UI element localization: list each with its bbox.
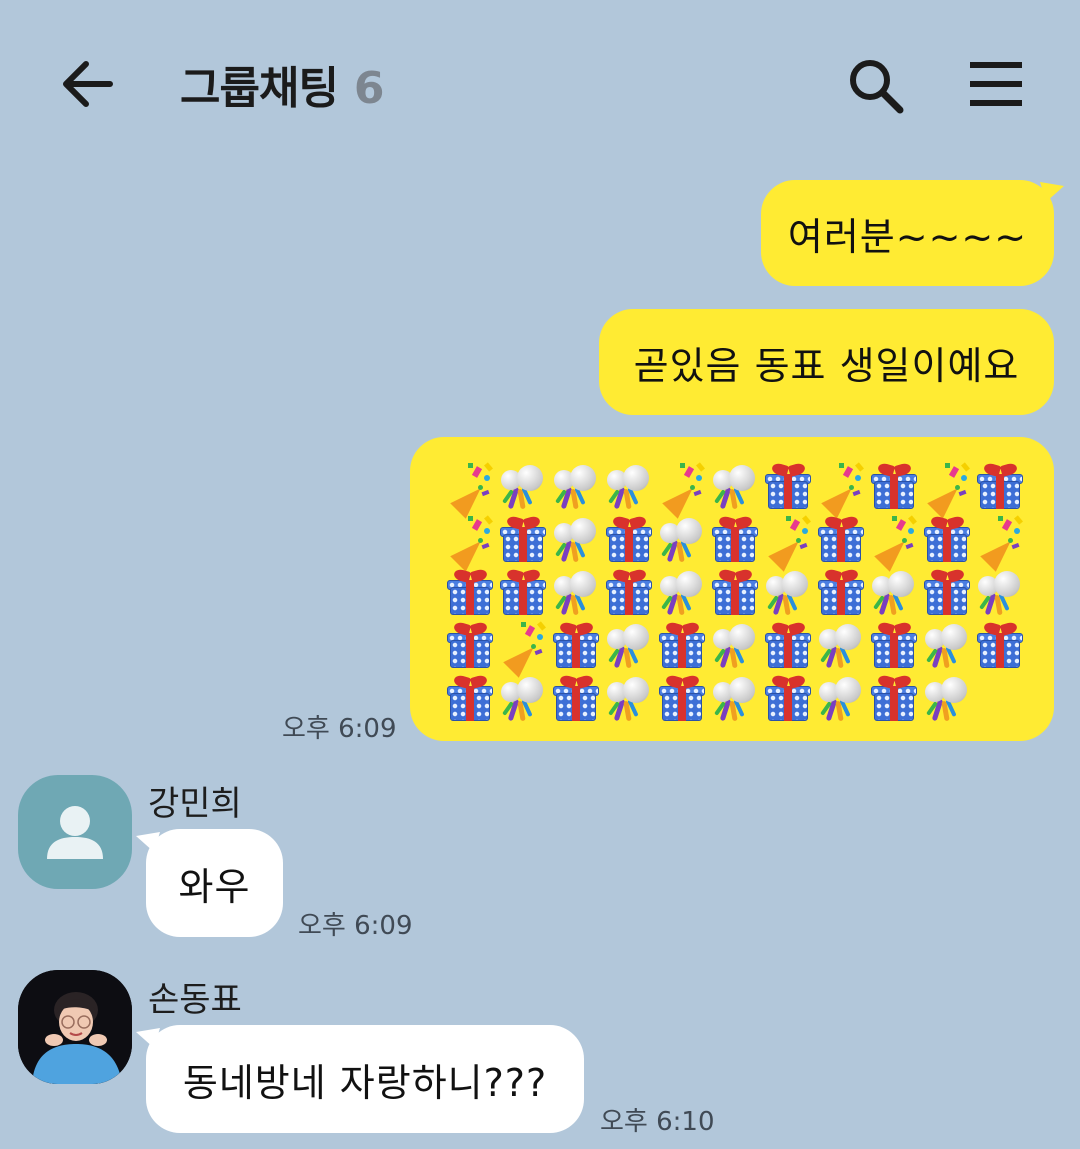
confetti-ball-icon (550, 514, 603, 567)
back-button[interactable] (58, 56, 118, 112)
confetti-ball-icon (603, 620, 656, 673)
avatar[interactable] (18, 970, 132, 1084)
emoji-row (444, 514, 1034, 572)
party-popper-icon (815, 461, 868, 519)
wrapped-gift-icon (868, 673, 921, 726)
confetti-ball-icon (603, 673, 656, 726)
my-emoji-message-bubble[interactable] (410, 437, 1054, 741)
wrapped-gift-icon (444, 620, 497, 673)
wrapped-gift-icon (974, 461, 1027, 514)
confetti-ball-icon (603, 461, 656, 514)
confetti-ball-icon (497, 673, 550, 726)
wrapped-gift-icon (497, 567, 550, 620)
confetti-ball-icon (709, 620, 762, 673)
wrapped-gift-icon (762, 673, 815, 726)
other-message-bubble[interactable]: 동네방네 자랑하니??? (146, 1025, 584, 1133)
party-popper-icon (868, 514, 921, 572)
chat-header: 그룹채팅 6 (0, 0, 1080, 150)
wrapped-gift-icon (603, 514, 656, 567)
wrapped-gift-icon (444, 567, 497, 620)
confetti-ball-icon (709, 673, 762, 726)
party-popper-icon (444, 461, 497, 519)
confetti-ball-icon (921, 673, 974, 726)
menu-button[interactable] (966, 60, 1026, 108)
my-message-bubble[interactable]: 곧있음 동표 생일이예요 (599, 309, 1054, 415)
wrapped-gift-icon (709, 514, 762, 567)
message-time: 오후 6:09 (282, 714, 397, 744)
party-popper-icon (974, 514, 1027, 572)
emoji-row (444, 461, 1034, 519)
sender-name: 손동표 (148, 980, 242, 1020)
wrapped-gift-icon (709, 567, 762, 620)
confetti-ball-icon (815, 620, 868, 673)
confetti-ball-icon (656, 567, 709, 620)
wrapped-gift-icon (656, 673, 709, 726)
search-icon (850, 60, 904, 114)
confetti-ball-icon (656, 514, 709, 567)
wrapped-gift-icon (762, 620, 815, 673)
confetti-ball-icon (550, 461, 603, 514)
emoji-row (444, 620, 1034, 678)
chat-screen: 그룹채팅 6 여러분~~~~ 곧있음 동표 생일이예요 오후 6:09 강민희 … (0, 0, 1080, 1149)
confetti-ball-icon (921, 620, 974, 673)
confetti-ball-icon (762, 567, 815, 620)
message-text: 곧있음 동표 생일이예요 (633, 343, 1020, 388)
wrapped-gift-icon (921, 567, 974, 620)
sender-name: 강민희 (148, 784, 242, 824)
party-popper-icon (444, 514, 497, 572)
wrapped-gift-icon (550, 620, 603, 673)
wrapped-gift-icon (868, 461, 921, 514)
chat-title: 그룹채팅 (180, 63, 339, 114)
wrapped-gift-icon (762, 461, 815, 514)
wrapped-gift-icon (815, 514, 868, 567)
wrapped-gift-icon (603, 567, 656, 620)
wrapped-gift-icon (656, 620, 709, 673)
chat-title-area: 그룹채팅 6 (180, 52, 385, 116)
party-popper-icon (497, 620, 550, 678)
party-popper-icon (656, 461, 709, 519)
emoji-row (444, 673, 1034, 726)
other-message-bubble[interactable]: 와우 (146, 829, 283, 937)
confetti-ball-icon (497, 461, 550, 514)
member-count: 6 (353, 63, 385, 114)
party-popper-icon (921, 461, 974, 519)
wrapped-gift-icon (550, 673, 603, 726)
confetti-ball-icon (868, 567, 921, 620)
my-message-bubble[interactable]: 여러분~~~~ (761, 180, 1054, 286)
party-popper-icon (762, 514, 815, 572)
wrapped-gift-icon (868, 620, 921, 673)
default-profile-icon (47, 806, 103, 859)
avatar[interactable] (18, 775, 132, 889)
message-text: 동네방네 자랑하니??? (182, 1060, 548, 1105)
confetti-ball-icon (815, 673, 868, 726)
emoji-grid (444, 461, 1034, 726)
message-text: 와우 (178, 864, 251, 909)
wrapped-gift-icon (444, 673, 497, 726)
bubble-tail (136, 832, 160, 852)
message-time: 오후 6:09 (298, 911, 413, 941)
wrapped-gift-icon (497, 514, 550, 567)
bubble-tail (136, 1028, 160, 1048)
wrapped-gift-icon (815, 567, 868, 620)
search-button[interactable] (846, 56, 906, 114)
arrow-left-icon (63, 61, 113, 107)
message-time: 오후 6:10 (600, 1107, 715, 1137)
bubble-tail (1040, 182, 1064, 202)
emoji-row (444, 567, 1034, 620)
confetti-ball-icon (709, 461, 762, 514)
confetti-ball-icon (974, 567, 1027, 620)
message-text: 여러분~~~~ (787, 214, 1028, 259)
hamburger-menu-icon (970, 62, 1022, 106)
confetti-ball-icon (550, 567, 603, 620)
wrapped-gift-icon (974, 620, 1027, 673)
profile-photo (18, 970, 132, 1084)
wrapped-gift-icon (921, 514, 974, 567)
